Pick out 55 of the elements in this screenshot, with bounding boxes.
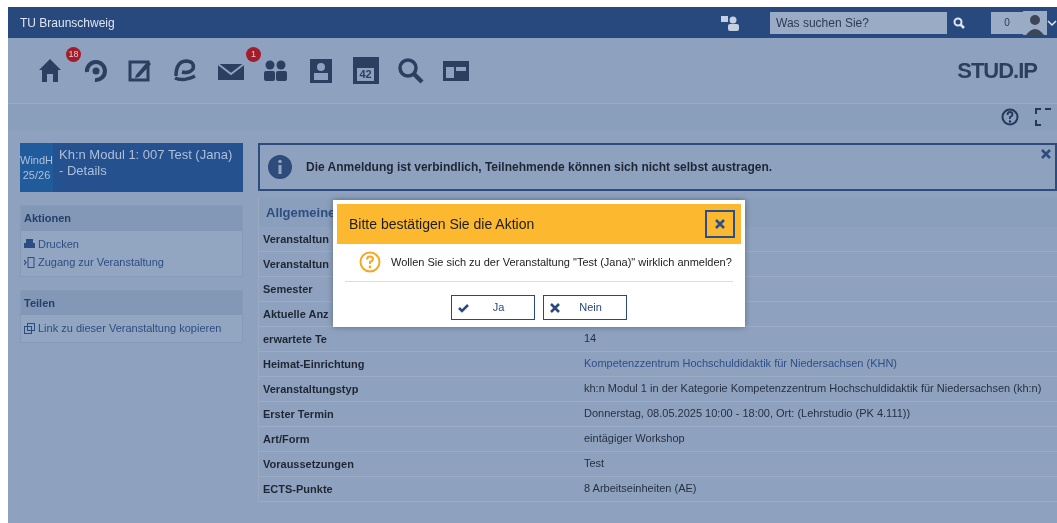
semester-years: 25/26 bbox=[22, 167, 51, 183]
row-value: 8 Arbeitseinheiten (AE) bbox=[584, 481, 697, 497]
row-value: Test bbox=[584, 456, 605, 472]
semester-label: WindH bbox=[20, 152, 53, 168]
sidebar-link[interactable]: Link zu dieser Veranstaltung kopieren bbox=[38, 320, 222, 337]
row-value: eintägiger Workshop bbox=[584, 431, 685, 447]
calendar-icon[interactable]: 42 bbox=[352, 57, 379, 84]
row-label: Erster Termin bbox=[263, 408, 334, 420]
row-label: Art/Form bbox=[263, 433, 310, 445]
row-label: Veranstaltun bbox=[263, 233, 330, 245]
cancel-button[interactable]: Nein bbox=[543, 295, 627, 320]
row-label: Aktuelle Anz bbox=[263, 308, 329, 320]
enter-icon bbox=[24, 256, 35, 268]
row-label: Voraussetzungen bbox=[263, 458, 354, 470]
row-label: ECTS-Punkte bbox=[263, 483, 333, 495]
caret-icon[interactable] bbox=[1047, 18, 1057, 27]
search-icon[interactable] bbox=[395, 55, 426, 86]
avatar-icon[interactable] bbox=[1023, 10, 1047, 35]
check-icon bbox=[458, 302, 469, 313]
info-icon bbox=[268, 155, 292, 179]
row-value: kh:n Modul 1 in der Kategorie Kompetenzzentrum Hochschuldidaktik für Niedersachsen (kh:n) bbox=[584, 381, 1042, 397]
institution-link[interactable]: Kompetenzzentrum Hochschuldidaktik für Niedersachsen (KHN) bbox=[584, 352, 898, 376]
row-label: Veranstaltun bbox=[263, 258, 330, 270]
confirm-button[interactable]: Ja bbox=[451, 295, 535, 320]
close-button[interactable] bbox=[705, 210, 735, 238]
info-message: Die Anmeldung ist verbindlich, Teilnehmende können sich nicht selbst austragen. bbox=[306, 159, 773, 176]
notification-count[interactable]: 0 bbox=[991, 11, 1023, 34]
fullscreen-icon[interactable] bbox=[1035, 108, 1051, 126]
copy-icon bbox=[24, 322, 35, 334]
close-icon[interactable] bbox=[1041, 149, 1051, 159]
sidebar-link[interactable]: Zugang zur Veranstaltung bbox=[38, 254, 164, 271]
row-label: erwartete Te bbox=[263, 333, 327, 345]
printer-icon bbox=[24, 238, 35, 250]
help-icon[interactable] bbox=[1001, 108, 1019, 126]
logo-text[interactable]: STUD.IP bbox=[957, 54, 1037, 87]
row-value: Donnerstag, 08.05.2025 10:00 - 18:00, Ort: (Lehrstudio (PK 4.111)) bbox=[584, 406, 911, 422]
widget-title: Aktionen bbox=[21, 206, 242, 231]
close-icon bbox=[550, 302, 561, 313]
notification-badge: 1 bbox=[246, 46, 261, 62]
people-help-icon bbox=[720, 14, 742, 31]
row-label: Semester bbox=[263, 283, 313, 295]
notification-badge: 18 bbox=[66, 46, 81, 62]
search-icon bbox=[953, 16, 965, 29]
search-field[interactable]: Was suchen Sie? bbox=[770, 11, 947, 34]
brand-text[interactable]: TU Braunschweig bbox=[20, 13, 115, 32]
course-title: Kh:n Modul 1: 007 Test (Jana) - Details bbox=[58, 146, 234, 180]
calendar-day: 42 bbox=[357, 68, 374, 81]
question-icon bbox=[359, 251, 381, 273]
row-label: Heimat-Einrichtung bbox=[263, 358, 365, 370]
dialog-question: Wollen Sie sich zu der Veranstaltung "Test (Jana)" wirklich anmelden? bbox=[391, 254, 732, 270]
row-value: 14 bbox=[584, 331, 597, 347]
row-label: Veranstaltungstyp bbox=[263, 383, 359, 395]
close-icon bbox=[715, 219, 725, 229]
sidebar-link[interactable]: Drucken bbox=[38, 235, 79, 252]
widget-title: Teilen bbox=[21, 290, 242, 315]
